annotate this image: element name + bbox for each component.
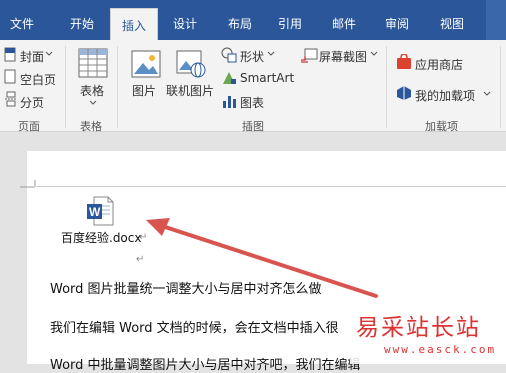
- header-boundary-line: [27, 186, 506, 187]
- group-label-illustrations: 插图: [242, 120, 264, 133]
- tab-design[interactable]: 设计: [163, 0, 207, 40]
- shapes-button[interactable]: 形状: [240, 48, 264, 65]
- picture-icon: [131, 50, 161, 78]
- online-picture-icon: [176, 50, 206, 78]
- tab-insert[interactable]: 插入: [110, 8, 158, 40]
- page-break-icon: [5, 91, 17, 107]
- dropdown-arrow-icon: [370, 51, 378, 56]
- tab-review[interactable]: 审阅: [375, 0, 419, 40]
- group-separator: [500, 46, 501, 128]
- online-picture-button[interactable]: 联机图片: [166, 82, 214, 99]
- watermark-logo: 易采站长站: [356, 315, 481, 341]
- paragraph-mark: ↵: [136, 254, 145, 265]
- my-addins-button[interactable]: 我的加载项: [415, 87, 475, 104]
- tab-home[interactable]: 开始: [60, 0, 104, 40]
- group-separator: [386, 46, 387, 128]
- cover-page-icon: [4, 47, 16, 62]
- chart-button[interactable]: 图表: [240, 94, 264, 111]
- dropdown-arrow-icon: [267, 51, 275, 56]
- tab-view[interactable]: 视图: [430, 0, 474, 40]
- dropdown-arrow-icon: [45, 51, 53, 56]
- group-separator: [117, 46, 118, 128]
- tab-file[interactable]: 文件: [0, 0, 44, 40]
- table-icon: [78, 48, 108, 78]
- watermark-url: www.easck.com: [384, 343, 497, 356]
- tab-references[interactable]: 引用: [268, 0, 312, 40]
- screenshot-button[interactable]: 屏幕截图: [319, 48, 367, 65]
- smartart-button[interactable]: SmartArt: [240, 71, 294, 85]
- my-addins-icon: [397, 86, 411, 100]
- tab-layout[interactable]: 布局: [218, 0, 262, 40]
- document-line-2: 我们在编辑 Word 文档的时候，会在文档中插入很: [50, 321, 339, 336]
- shapes-icon: [221, 47, 237, 63]
- page-break-button[interactable]: 分页: [20, 94, 44, 111]
- group-separator: [65, 46, 66, 128]
- store-icon: [397, 54, 411, 69]
- crop-mark: [20, 180, 36, 188]
- group-label-pages: 页面: [18, 120, 40, 133]
- store-button[interactable]: 应用商店: [415, 56, 463, 73]
- document-line-1: Word 图片批量统一调整大小与居中对齐怎么做: [50, 282, 322, 297]
- paragraph-mark: ↵: [139, 232, 148, 243]
- chart-icon: [223, 96, 236, 108]
- table-button[interactable]: 表格: [80, 82, 104, 99]
- word-document-icon[interactable]: W: [86, 196, 114, 226]
- svg-text:W: W: [89, 205, 101, 219]
- blank-page-icon: [4, 69, 16, 84]
- tab-mailings[interactable]: 邮件: [322, 0, 366, 40]
- tab-overflow[interactable]: [486, 0, 506, 40]
- cover-page-button[interactable]: 封面: [20, 48, 44, 65]
- dropdown-arrow-icon: [89, 100, 97, 105]
- dropdown-arrow-icon: [483, 91, 491, 96]
- picture-button[interactable]: 图片: [132, 82, 156, 99]
- smartart-icon: [223, 72, 236, 84]
- group-label-addins: 加载项: [425, 120, 458, 133]
- group-label-tables: 表格: [80, 120, 102, 133]
- embedded-file-name[interactable]: 百度经验.docx: [61, 229, 141, 246]
- blank-page-button[interactable]: 空白页: [20, 71, 56, 88]
- screenshot-icon: [301, 48, 318, 63]
